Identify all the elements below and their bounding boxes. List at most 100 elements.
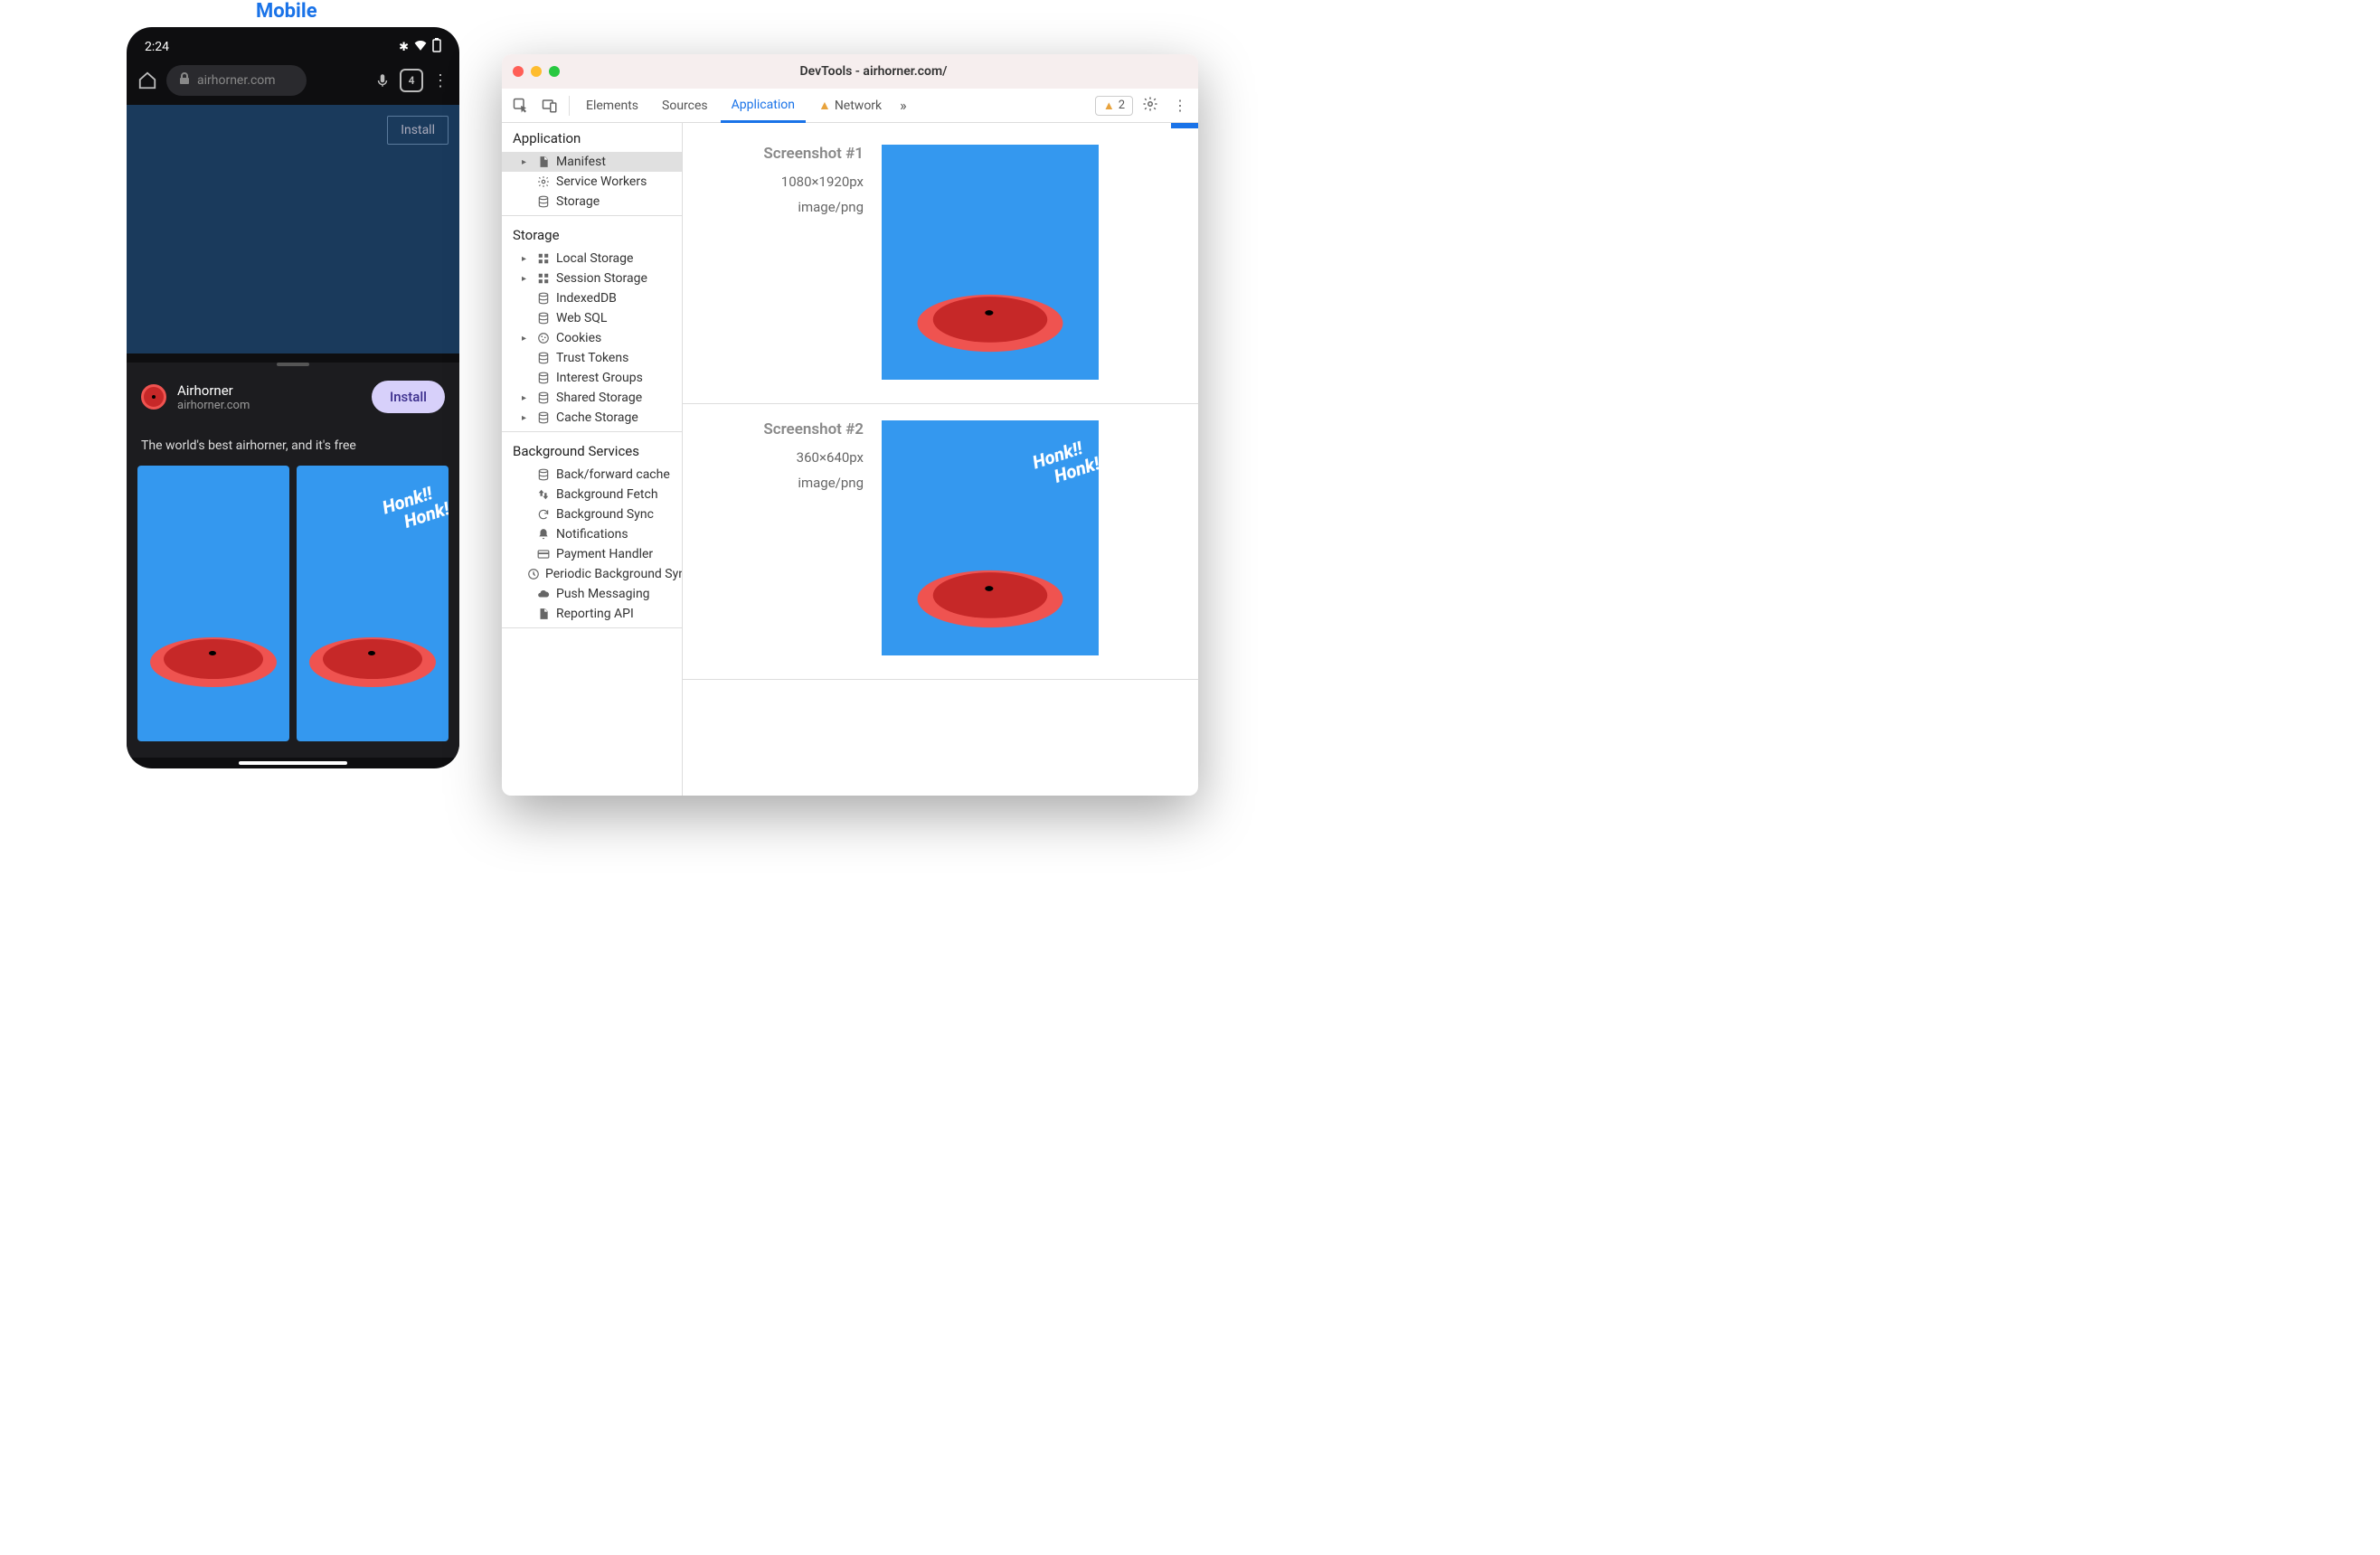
db-icon <box>536 391 551 405</box>
mobile-heading: Mobile <box>256 0 317 23</box>
sidebar-item-push-messaging[interactable]: Push Messaging <box>502 584 682 604</box>
screenshot-mime: image/png <box>701 199 864 215</box>
sidebar-group-title: Background Services <box>502 436 682 465</box>
sidebar-item-label: Trust Tokens <box>556 351 628 365</box>
lock-icon <box>179 72 190 89</box>
install-screenshot-1[interactable] <box>137 466 289 741</box>
wifi-icon <box>414 40 427 54</box>
sidebar-item-label: Storage <box>556 194 600 209</box>
tab-network[interactable]: ▲Network <box>808 89 892 123</box>
sidebar-item-back-forward-cache[interactable]: Back/forward cache <box>502 465 682 485</box>
install-banner-button[interactable]: Install <box>387 116 449 145</box>
mobile-omnibox-row: airhorner.com 4 ⋮ <box>127 61 459 105</box>
sidebar-item-reporting-api[interactable]: Reporting API <box>502 604 682 624</box>
sidebar-item-service-workers[interactable]: Service Workers <box>502 172 682 192</box>
expand-arrow-icon: ▸ <box>522 274 531 284</box>
db-icon <box>536 291 551 306</box>
install-screenshot-2[interactable]: Honk!!Honk!! <box>297 466 449 741</box>
tab-switcher[interactable]: 4 <box>400 69 423 92</box>
sidebar-item-label: Payment Handler <box>556 547 653 561</box>
sidebar-item-label: Cookies <box>556 331 601 345</box>
sidebar-item-periodic-background-sync[interactable]: Periodic Background Sync <box>502 564 682 584</box>
sidebar-item-session-storage[interactable]: ▸ Session Storage <box>502 269 682 288</box>
mic-icon[interactable] <box>374 72 391 89</box>
window-title: DevTools - airhorner.com/ <box>560 64 1187 79</box>
db-icon <box>536 194 551 209</box>
device-toolbar-icon[interactable] <box>536 92 563 119</box>
sidebar-item-manifest[interactable]: ▸Manifest <box>502 152 682 172</box>
sidebar-item-web-sql[interactable]: Web SQL <box>502 308 682 328</box>
sidebar-item-label: Push Messaging <box>556 587 650 601</box>
sidebar-item-background-fetch[interactable]: Background Fetch <box>502 485 682 504</box>
sidebar-item-shared-storage[interactable]: ▸Shared Storage <box>502 388 682 408</box>
sidebar-item-cache-storage[interactable]: ▸ Cache Storage <box>502 408 682 428</box>
sidebar-item-trust-tokens[interactable]: Trust Tokens <box>502 348 682 368</box>
screenshot-preview[interactable] <box>882 145 1099 380</box>
application-sidebar: Application▸ManifestService WorkersStora… <box>502 123 683 796</box>
app-description: The world's best airhorner, and it's fre… <box>127 426 459 466</box>
cloud-icon <box>536 587 551 601</box>
sidebar-item-label: Notifications <box>556 527 628 542</box>
clock-icon <box>527 567 540 581</box>
db-icon <box>536 311 551 325</box>
issues-badge[interactable]: ▲2 <box>1095 96 1133 116</box>
sidebar-group-title: Storage <box>502 220 682 249</box>
file-icon <box>536 607 551 621</box>
gear-icon <box>536 174 551 189</box>
screenshot-dimensions: 1080×1920px <box>701 174 864 190</box>
manifest-screenshot-entry: Screenshot #11080×1920pximage/png <box>683 128 1198 404</box>
window-minimize-button[interactable] <box>531 66 542 77</box>
sidebar-item-payment-handler[interactable]: Payment Handler <box>502 544 682 564</box>
sidebar-item-label: Shared Storage <box>556 391 642 405</box>
window-close-button[interactable] <box>513 66 524 77</box>
expand-arrow-icon: ▸ <box>522 157 531 167</box>
settings-icon[interactable] <box>1135 96 1166 116</box>
gesture-bar[interactable] <box>239 761 347 765</box>
overflow-menu-icon[interactable]: ⋮ <box>432 71 449 90</box>
grid-icon <box>536 251 551 266</box>
devtools-menu-icon[interactable]: ⋮ <box>1167 97 1193 114</box>
sidebar-item-cookies[interactable]: ▸Cookies <box>502 328 682 348</box>
db-icon <box>536 371 551 385</box>
sidebar-item-notifications[interactable]: Notifications <box>502 524 682 544</box>
sidebar-item-label: Service Workers <box>556 174 647 189</box>
sidebar-item-background-sync[interactable]: Background Sync <box>502 504 682 524</box>
sidebar-item-label: Interest Groups <box>556 371 643 385</box>
sidebar-item-local-storage[interactable]: ▸ Local Storage <box>502 249 682 269</box>
sidebar-item-label: Back/forward cache <box>556 467 670 482</box>
expand-arrow-icon: ▸ <box>522 413 531 423</box>
tab-sources[interactable]: Sources <box>651 89 719 123</box>
sidebar-item-interest-groups[interactable]: Interest Groups <box>502 368 682 388</box>
sidebar-item-label: Local Storage <box>556 251 633 266</box>
tab-elements[interactable]: Elements <box>575 89 649 123</box>
sync-icon <box>536 507 551 522</box>
sidebar-item-label: Cache Storage <box>556 410 638 425</box>
inspect-element-icon[interactable] <box>507 92 534 119</box>
more-tabs-icon[interactable]: » <box>894 97 912 114</box>
mobile-page-content: Install <box>127 105 459 353</box>
devtools-tab-bar: Elements Sources Application ▲Network » … <box>502 89 1198 123</box>
home-icon[interactable] <box>137 71 157 90</box>
status-time: 2:24 <box>145 40 169 54</box>
window-titlebar: DevTools - airhorner.com/ <box>502 54 1198 89</box>
url-bar[interactable]: airhorner.com <box>166 65 307 96</box>
sheet-drag-handle[interactable] <box>277 363 309 366</box>
db-icon <box>536 351 551 365</box>
expand-arrow-icon: ▸ <box>522 254 531 264</box>
file-icon <box>536 155 551 169</box>
sidebar-item-storage[interactable]: Storage <box>502 192 682 212</box>
sidebar-item-indexeddb[interactable]: IndexedDB <box>502 288 682 308</box>
window-zoom-button[interactable] <box>549 66 560 77</box>
card-icon <box>536 547 551 561</box>
screenshot-preview[interactable]: Honk!!Honk!! <box>882 420 1099 655</box>
app-icon <box>141 384 166 410</box>
tab-application[interactable]: Application <box>721 89 806 123</box>
sidebar-item-label: Background Sync <box>556 507 654 522</box>
warning-icon: ▲ <box>1103 99 1115 113</box>
sidebar-item-label: IndexedDB <box>556 291 617 306</box>
grid-icon <box>536 271 551 286</box>
install-button[interactable]: Install <box>372 381 445 413</box>
sidebar-item-label: Session Storage <box>556 271 647 286</box>
screenshot-dimensions: 360×640px <box>701 449 864 466</box>
battery-icon <box>432 38 441 56</box>
